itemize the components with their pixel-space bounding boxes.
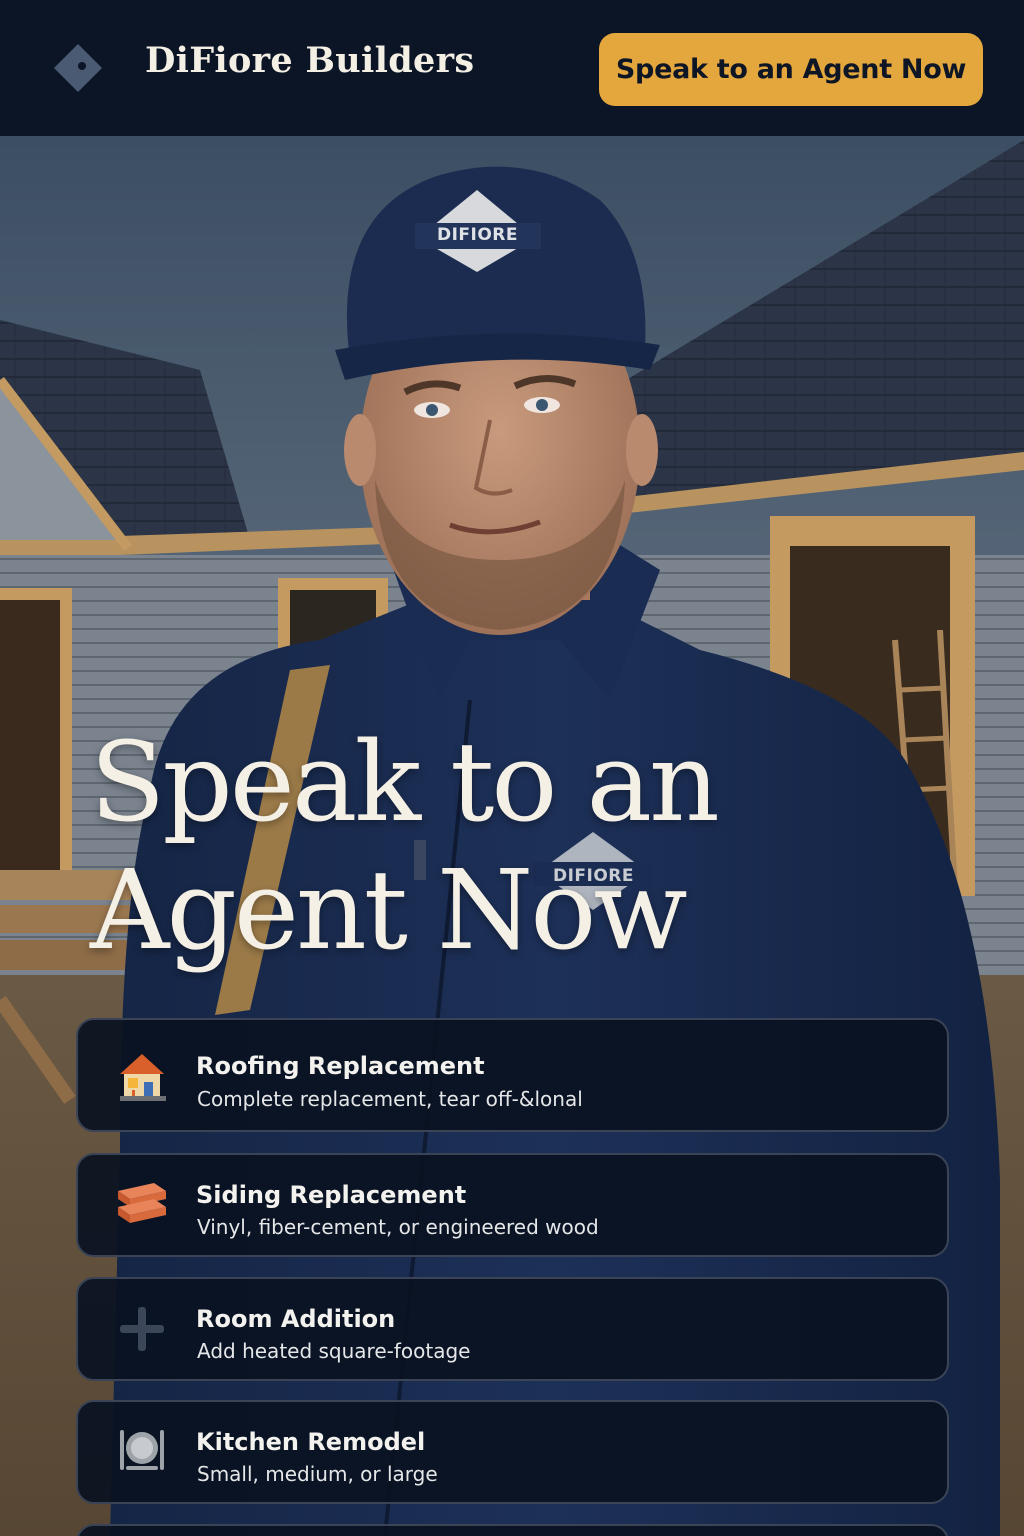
landing-page: DiFiore Builders Speak to an Agent Now D… (0, 0, 1024, 1536)
service-description: Complete replacement, tear off-&lonal (197, 1087, 583, 1111)
service-card-room-addition[interactable]: Room Addition Add heated square-footage (76, 1277, 949, 1381)
brand-name[interactable]: DiFiore Builders (145, 40, 474, 81)
service-description: Vinyl, fiber-cement, or engineered wood (197, 1215, 599, 1239)
service-card-roofing[interactable]: Roofing Replacement Complete replacement… (76, 1018, 949, 1132)
plate-utensils-icon (120, 1430, 164, 1470)
diamond-logo-icon[interactable] (52, 42, 104, 94)
hero-headline: Speak to an Agent Now (90, 718, 720, 974)
siding-panels-icon (118, 1183, 166, 1223)
service-title: Room Addition (196, 1305, 396, 1333)
speak-to-agent-button[interactable]: Speak to an Agent Now (599, 33, 983, 106)
plus-icon (120, 1307, 164, 1351)
house-icon (120, 1054, 166, 1101)
service-card-siding[interactable]: Siding Replacement Vinyl, fiber-cement, … (76, 1153, 949, 1257)
cap-logo-text: DIFIORE (436, 225, 519, 245)
service-card-next[interactable] (76, 1524, 949, 1536)
service-title: Roofing Replacement (196, 1052, 485, 1080)
service-title: Kitchen Remodel (196, 1428, 426, 1456)
service-description: Small, medium, or large (197, 1462, 438, 1486)
service-description: Add heated square-footage (197, 1339, 471, 1363)
service-card-kitchen[interactable]: Kitchen Remodel Small, medium, or large (76, 1400, 949, 1504)
service-title: Siding Replacement (196, 1181, 467, 1209)
site-header: DiFiore Builders Speak to an Agent Now (0, 0, 1024, 136)
